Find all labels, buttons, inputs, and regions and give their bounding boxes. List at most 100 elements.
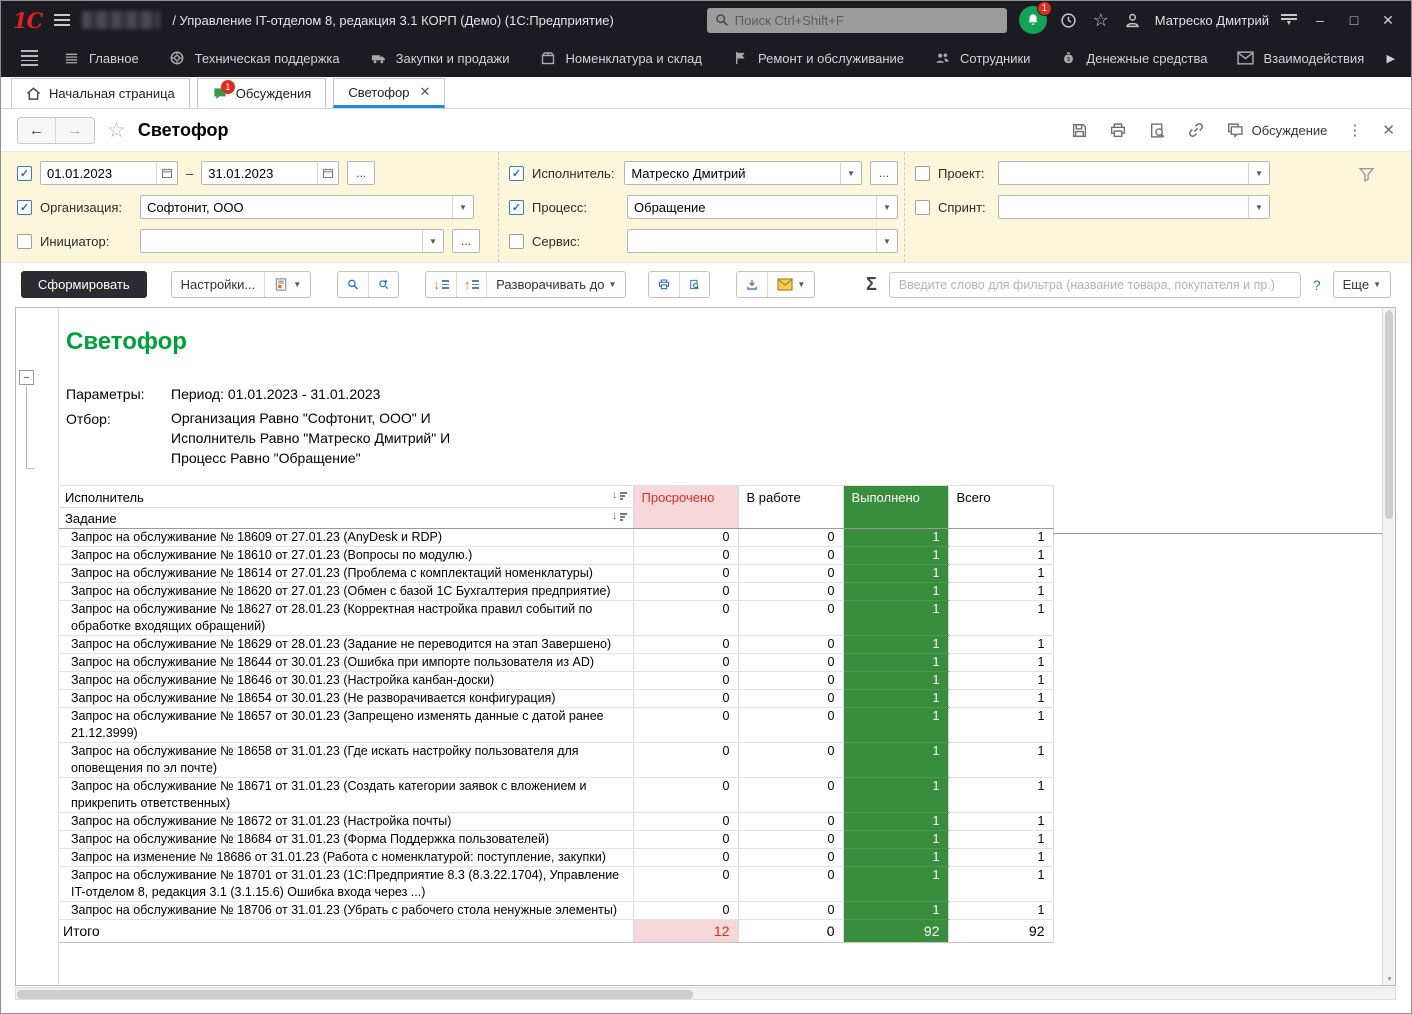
column-done[interactable]: Выполнено	[843, 486, 948, 529]
table-row[interactable]: Запрос на обслуживание № 18610 от 27.01.…	[59, 547, 1053, 565]
autosum-icon[interactable]: Σ	[866, 274, 877, 295]
filter-funnel-icon[interactable]	[1358, 166, 1375, 183]
executor-input[interactable]	[625, 162, 840, 184]
settings-button[interactable]: Настройки...	[172, 272, 265, 297]
print-icon[interactable]	[1109, 121, 1128, 140]
table-row[interactable]: Запрос на изменение № 18686 от 31.01.23 …	[59, 849, 1053, 867]
executor-checkbox[interactable]: ✓	[509, 166, 524, 181]
find-icon[interactable]	[338, 272, 368, 297]
scroll-down-icon[interactable]: ▼	[1383, 974, 1396, 986]
process-checkbox[interactable]: ✓	[509, 200, 524, 215]
collapse-groups-icon[interactable]: ↓	[426, 272, 456, 297]
sections-panel-icon[interactable]	[11, 47, 48, 68]
menu-item-nomenclature[interactable]: Номенклатура и склад	[525, 39, 717, 77]
menu-item-repair-service[interactable]: Ремонт и обслуживание	[717, 39, 919, 77]
period-checkbox[interactable]: ✓	[17, 166, 32, 181]
dropdown-icon[interactable]: ▼	[840, 162, 861, 184]
back-button[interactable]: ←	[18, 118, 56, 143]
table-row[interactable]: Запрос на обслуживание № 18609 от 27.01.…	[59, 529, 1053, 547]
quick-filter-input[interactable]	[889, 272, 1301, 298]
table-row[interactable]: Запрос на обслуживание № 18629 от 28.01.…	[59, 636, 1053, 654]
user-name[interactable]: Матреско Дмитрий	[1155, 13, 1269, 28]
service-menu-icon[interactable]: ▼	[1281, 14, 1297, 26]
org-checkbox[interactable]: ✓	[17, 200, 32, 215]
table-row[interactable]: Запрос на обслуживание № 18646 от 30.01.…	[59, 672, 1053, 690]
column-total[interactable]: Всего	[948, 486, 1053, 529]
table-row[interactable]: Запрос на обслуживание № 18620 от 27.01.…	[59, 583, 1053, 601]
table-row[interactable]: Запрос на обслуживание № 18614 от 27.01.…	[59, 565, 1053, 583]
get-link-icon[interactable]	[1187, 121, 1206, 140]
sprint-input[interactable]	[999, 196, 1248, 218]
vertical-scrollbar[interactable]: ▲ ▼	[1382, 308, 1395, 985]
save-icon[interactable]	[1070, 121, 1089, 140]
forward-button[interactable]: →	[56, 118, 94, 143]
report-variants-button[interactable]: ▼	[264, 272, 310, 297]
menu-item-glavnoe[interactable]: Главное	[48, 39, 154, 77]
tab-home[interactable]: Начальная страница	[11, 78, 190, 108]
table-row[interactable]: Запрос на обслуживание № 18684 от 31.01.…	[59, 831, 1053, 849]
global-search[interactable]	[707, 8, 1007, 33]
table-row[interactable]: Запрос на обслуживание № 18672 от 31.01.…	[59, 813, 1053, 831]
dropdown-icon[interactable]: ▼	[876, 230, 897, 252]
minimize-button[interactable]: –	[1309, 12, 1331, 28]
header-task[interactable]: ↓Задание	[59, 508, 633, 529]
expand-to-button[interactable]: Разворачивать до▼	[486, 272, 625, 297]
print-preview-icon[interactable]	[1148, 121, 1167, 140]
horizontal-scroll-thumb[interactable]	[17, 990, 693, 999]
service-input[interactable]	[628, 230, 876, 252]
org-input[interactable]	[141, 196, 452, 218]
help-icon[interactable]: ?	[1313, 277, 1321, 293]
menu-item-employees[interactable]: Сотрудники	[919, 39, 1045, 77]
user-icon[interactable]	[1123, 10, 1143, 30]
table-row[interactable]: Запрос на обслуживание № 18701 от 31.01.…	[59, 867, 1053, 902]
menu-item-purchases-sales[interactable]: Закупки и продажи	[355, 39, 525, 77]
maximize-button[interactable]: □	[1343, 12, 1365, 28]
period-from-input[interactable]	[41, 162, 156, 184]
more-menu-icon[interactable]: ⋮	[1347, 121, 1362, 139]
star-icon[interactable]: ☆	[107, 118, 126, 143]
discussion-button[interactable]: Обсуждение	[1226, 122, 1328, 139]
dropdown-icon[interactable]: ▼	[452, 196, 473, 218]
calendar-icon[interactable]	[156, 162, 177, 184]
menu-item-tech-support[interactable]: Техническая поддержка	[154, 39, 355, 77]
table-row[interactable]: Запрос на обслуживание № 18657 от 30.01.…	[59, 708, 1053, 743]
dropdown-icon[interactable]: ▼	[422, 230, 443, 252]
close-button[interactable]: ✕	[1377, 12, 1399, 29]
save-export-icon[interactable]	[737, 272, 767, 297]
initiator-more-button[interactable]: ...	[452, 229, 480, 253]
titlebar-menu-icon[interactable]	[54, 14, 70, 26]
more-actions-button[interactable]: Еще▼	[1334, 272, 1390, 297]
initiator-checkbox[interactable]	[17, 234, 32, 249]
column-overdue[interactable]: Просрочено	[633, 486, 738, 529]
expand-groups-icon[interactable]: ↑	[456, 272, 486, 297]
table-row[interactable]: Запрос на обслуживание № 18671 от 31.01.…	[59, 778, 1053, 813]
dropdown-icon[interactable]: ▼	[876, 196, 897, 218]
period-to-input[interactable]	[202, 162, 317, 184]
executor-more-button[interactable]: ...	[870, 161, 898, 185]
sort-icon[interactable]: ↓	[612, 490, 627, 501]
notifications-button[interactable]: 1	[1019, 6, 1047, 34]
tab-discussions[interactable]: 1 Обсуждения	[197, 78, 327, 108]
table-row[interactable]: Запрос на обслуживание № 18654 от 30.01.…	[59, 690, 1053, 708]
print-blue-icon[interactable]	[649, 272, 679, 297]
calendar-icon[interactable]	[317, 162, 338, 184]
horizontal-scrollbar[interactable]	[15, 987, 1396, 1000]
find-next-icon[interactable]	[368, 272, 398, 297]
dropdown-icon[interactable]: ▼	[1248, 196, 1269, 218]
menu-more-arrow[interactable]: ▶	[1381, 52, 1401, 65]
initiator-input[interactable]	[141, 230, 422, 252]
project-input[interactable]	[999, 162, 1248, 184]
sort-icon[interactable]: ↓	[612, 511, 627, 522]
preview-blue-icon[interactable]	[679, 272, 709, 297]
table-row[interactable]: Запрос на обслуживание № 18706 от 31.01.…	[59, 902, 1053, 920]
table-row[interactable]: Запрос на обслуживание № 18644 от 30.01.…	[59, 654, 1053, 672]
search-input[interactable]	[735, 13, 999, 28]
menu-item-money[interactable]: $Денежные средства	[1045, 39, 1222, 77]
tab-close-icon[interactable]: ✕	[420, 84, 431, 100]
collapse-group-button[interactable]: −	[19, 370, 34, 385]
table-row[interactable]: Запрос на обслуживание № 18658 от 31.01.…	[59, 743, 1053, 778]
sprint-checkbox[interactable]	[915, 200, 930, 215]
close-report-icon[interactable]: ✕	[1382, 121, 1395, 139]
table-row[interactable]: Запрос на обслуживание № 18627 от 28.01.…	[59, 601, 1053, 636]
generate-button[interactable]: Сформировать	[21, 271, 147, 298]
